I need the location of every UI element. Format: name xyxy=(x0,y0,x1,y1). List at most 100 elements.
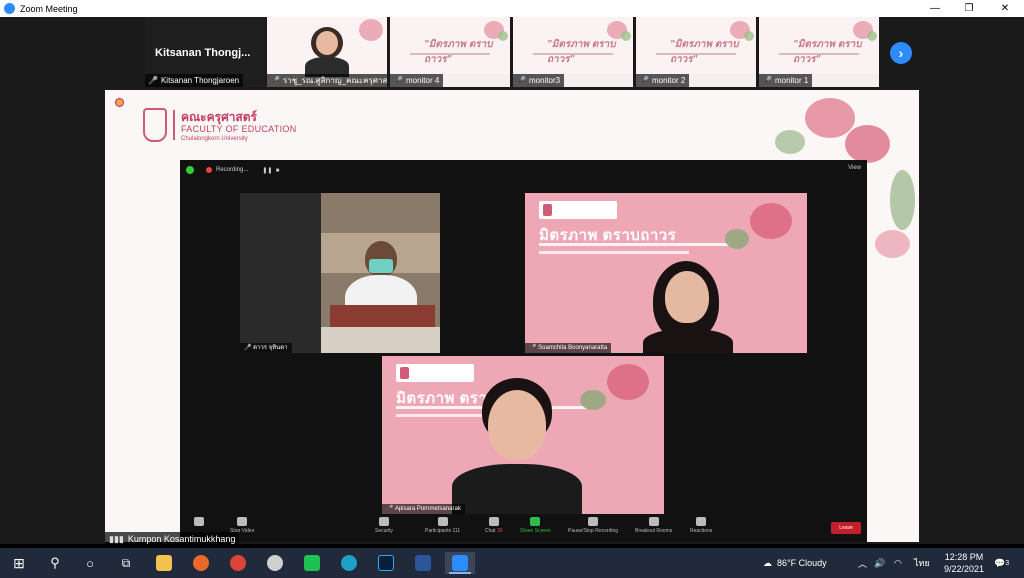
gallery-tile[interactable]: "มิตรภาพ ตราบถาวร" 🎤 monitor 1 xyxy=(759,17,879,87)
recording-indicator: Recording... ❚❚ ■ xyxy=(206,164,279,176)
video-tile[interactable]: มิตรภาพ ตราบถาวร 🎤 Apisara Pornmetsanara… xyxy=(382,356,664,514)
slide-thumbnail xyxy=(267,17,387,77)
task-view-icon[interactable]: ⧉ xyxy=(111,552,141,574)
chat-icon xyxy=(488,517,499,526)
zoom-taskbar-icon[interactable] xyxy=(445,552,475,574)
slide-thumbnail: "มิตรภาพ ตราบถาวร" xyxy=(390,17,510,74)
photoshop-icon[interactable] xyxy=(371,552,401,574)
chat-button[interactable]: Chat 39 xyxy=(485,517,503,534)
leaf-decoration xyxy=(775,130,805,154)
participant-label: 🎤 Apisara Pornmetsanarak xyxy=(382,504,465,514)
slide-thumbnail: "มิตรภาพ ตราบถาวร" xyxy=(636,17,756,74)
tile-label: 🎤 monitor 4 xyxy=(390,74,444,87)
language-indicator[interactable]: ไทย xyxy=(914,548,930,578)
security-shield-icon xyxy=(186,166,194,174)
line-app-icon[interactable] xyxy=(297,552,327,574)
network-app-icon[interactable] xyxy=(260,552,290,574)
minimize-button[interactable]: — xyxy=(918,0,952,17)
slide-thumbnail: "มิตรภาพ ตราบถาวร" xyxy=(513,17,633,74)
security-button[interactable]: Security xyxy=(375,517,393,534)
gallery-tile[interactable]: "มิตรภาพ ตราบถาวร" 🎤 monitor3 xyxy=(513,17,633,87)
close-button[interactable]: ✕ xyxy=(988,0,1022,17)
mic-icon: 🎤 xyxy=(244,345,254,351)
mic-icon: 🎤 xyxy=(386,506,395,512)
gallery-tile[interactable]: "มิตรภาพ ตราบถาวร" 🎤 monitor 2 xyxy=(636,17,756,87)
windows-taskbar: ⊞ ⚲ ○ ⧉ ☁ 86°F Cloudy ︿ 🔊 ◠ ไทย 12:28 PM 9… xyxy=(0,548,1024,578)
chrome-icon[interactable] xyxy=(223,552,253,574)
shared-screen: คณะครุศาสตร์ FACULTY OF EDUCATION Chulal… xyxy=(105,90,919,542)
tile-label: 🎤ราชู_รณ.ศูสิกาญ_คณะครุศาสต... xyxy=(267,74,387,87)
faculty-logo: คณะครุศาสตร์ FACULTY OF EDUCATION Chulal… xyxy=(143,108,303,148)
mute-button[interactable] xyxy=(194,517,204,528)
microphone-icon xyxy=(194,517,204,526)
signal-bars-icon: ▮▮▮ xyxy=(109,534,124,544)
tile-label: 🎤 monitor 2 xyxy=(636,74,690,87)
mic-muted-icon: 🎤 xyxy=(762,76,772,85)
firefox-icon[interactable] xyxy=(186,552,216,574)
tile-label: 🎤 monitor 1 xyxy=(759,74,813,87)
participant-label: 🎤 Soamchita Boonyanaratta xyxy=(525,343,612,353)
gallery-tile[interactable]: "มิตรภาพ ตราบถาวร" 🎤 monitor 4 xyxy=(390,17,510,87)
video-tile[interactable]: มิตรภาพ ตราบถาวร 🎤 Soamchita Boonyanarat… xyxy=(525,193,807,353)
leave-button[interactable]: Leave xyxy=(831,522,861,534)
active-speaker-tile[interactable]: Kitsanan Thongj... 🎤 Kitsanan Thongjaroen xyxy=(145,17,265,87)
shield-icon xyxy=(379,517,390,526)
share-indicator-icon xyxy=(115,98,124,107)
breakout-rooms-button[interactable]: Breakout Rooms xyxy=(635,517,672,534)
wifi-icon[interactable]: ◠ xyxy=(894,548,902,578)
reactions-button[interactable]: Reactions xyxy=(690,517,712,534)
participants-icon xyxy=(437,517,448,526)
speaker-icon[interactable]: 🔊 xyxy=(874,548,885,578)
leaf-decoration xyxy=(890,170,915,230)
cloud-icon: ☁ xyxy=(763,557,772,568)
logo-english-text: FACULTY OF EDUCATION xyxy=(181,124,297,134)
search-icon[interactable]: ⚲ xyxy=(40,552,70,574)
word-icon[interactable] xyxy=(408,552,438,574)
active-speaker-name: Kitsanan Thongj... xyxy=(155,47,251,59)
next-page-chevron-icon[interactable]: › xyxy=(890,42,912,64)
slide-logo xyxy=(539,201,617,219)
inner-top-bar: Recording... ❚❚ ■ View xyxy=(180,160,867,180)
video-tile[interactable]: 🎤 ดาวร จุทินดา xyxy=(240,193,440,353)
reactions-icon xyxy=(696,517,707,526)
participant-label: 🎤 ดาวร จุทินดา xyxy=(240,343,292,353)
mic-muted-icon: 🎤 xyxy=(639,76,649,85)
slide-thumbnail: "มิตรภาพ ตราบถาวร" xyxy=(759,17,879,74)
logo-university-text: Chulalongkorn University xyxy=(181,136,248,142)
windows-start-icon[interactable]: ⊞ xyxy=(4,552,34,574)
video-camera-icon xyxy=(237,517,248,526)
university-seal-icon xyxy=(143,108,167,142)
window-title: Zoom Meeting xyxy=(20,3,78,14)
cortana-icon[interactable]: ○ xyxy=(75,552,105,574)
view-button[interactable]: View xyxy=(848,165,861,171)
flower-decoration xyxy=(875,230,910,258)
pause-recording-button[interactable]: Pause/Stop Recording xyxy=(568,517,618,534)
flower-decoration xyxy=(845,125,890,163)
notifications-icon[interactable]: 💬 3 xyxy=(994,548,1009,578)
flower-decoration xyxy=(805,98,855,138)
share-screen-icon xyxy=(530,517,541,526)
mic-muted-icon: 🎤 xyxy=(148,76,158,85)
window-titlebar: Zoom Meeting — ❐ ✕ xyxy=(0,0,1024,17)
file-explorer-icon[interactable] xyxy=(149,552,179,574)
breakout-rooms-icon xyxy=(648,517,659,526)
mic-icon: 🎤 xyxy=(529,345,539,351)
inner-zoom-window: Recording... ❚❚ ■ View 🎤 ดาวร จุทินดา มิต… xyxy=(180,160,867,542)
share-screen-button[interactable]: Share Screen xyxy=(520,517,551,534)
participants-button[interactable]: Participants 111 xyxy=(425,517,460,534)
zoom-app-icon xyxy=(4,3,15,14)
inner-meeting-toolbar: Stop Video Security Participants 111 Cha… xyxy=(180,514,867,542)
tile-label: 🎤 monitor3 xyxy=(513,74,565,87)
gallery-tile[interactable]: 🎤ราชู_รณ.ศูสิกาญ_คณะครุศาสต... xyxy=(267,17,387,87)
restore-button[interactable]: ❐ xyxy=(952,0,986,17)
mic-icon: 🎤 xyxy=(270,76,280,85)
weather-widget[interactable]: ☁ 86°F Cloudy xyxy=(763,548,827,578)
clock[interactable]: 12:28 PM 9/22/2021 xyxy=(944,551,984,575)
tray-chevron-icon[interactable]: ︿ xyxy=(858,548,867,578)
pause-icon xyxy=(588,517,599,526)
edge-icon[interactable] xyxy=(334,552,364,574)
record-dot-icon xyxy=(206,167,212,173)
mic-muted-icon: 🎤 xyxy=(516,76,526,85)
self-view-label: ▮▮▮ Kumpon Kosantimukkhang xyxy=(105,532,240,546)
slide-logo xyxy=(396,364,474,382)
